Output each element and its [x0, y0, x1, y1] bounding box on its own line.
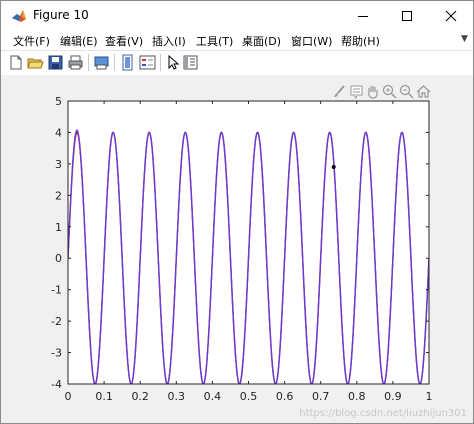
- y-tick-label: 4: [55, 126, 62, 139]
- y-tick-label: -1: [51, 284, 62, 297]
- x-tick-label: 0.2: [131, 390, 149, 403]
- y-tick-label: -4: [51, 378, 62, 391]
- x-tick-label: 0.4: [204, 390, 222, 403]
- y-tick-label: 1: [55, 221, 62, 234]
- axes-background: [68, 101, 429, 384]
- y-tick-label: -3: [51, 347, 62, 360]
- data-point-marker[interactable]: [331, 165, 336, 170]
- zoom-in-icon[interactable]: [382, 84, 397, 99]
- x-tick-label: 1: [426, 390, 433, 403]
- y-tick-label: 5: [55, 95, 62, 108]
- y-tick-label: 2: [55, 189, 62, 202]
- x-tick-label: 0.9: [384, 390, 402, 403]
- x-tick-label: 0.8: [348, 390, 366, 403]
- y-tick-label: 0: [55, 252, 62, 265]
- x-tick-label: 0.5: [240, 390, 258, 403]
- pan-icon[interactable]: [365, 84, 380, 99]
- brush-icon[interactable]: [332, 84, 347, 99]
- x-tick-label: 0.7: [312, 390, 330, 403]
- data-tip-icon[interactable]: [349, 84, 364, 99]
- watermark: https://blog.csdn.net/liuzhijun301: [299, 408, 467, 419]
- x-tick-label: 0.3: [168, 390, 186, 403]
- y-tick-label: 3: [55, 158, 62, 171]
- x-tick-label: 0.6: [276, 390, 294, 403]
- zoom-out-icon[interactable]: [399, 84, 414, 99]
- plot-svg: 0 0.1 0.2 0.3 0.4 0.5 0.6 0.7 0.8 0.9 1 -4 -3 -2 -1 0 1 2…: [51, 95, 433, 403]
- y-tick-label: -2: [51, 315, 62, 328]
- figure-window: Figure 10 文件(F) 编辑(E) 查看(V) 插入(I) 工具(T) …: [0, 0, 474, 424]
- home-icon[interactable]: [416, 84, 431, 99]
- x-tick-label: 0.1: [95, 390, 113, 403]
- x-tick-label: 0: [65, 390, 72, 403]
